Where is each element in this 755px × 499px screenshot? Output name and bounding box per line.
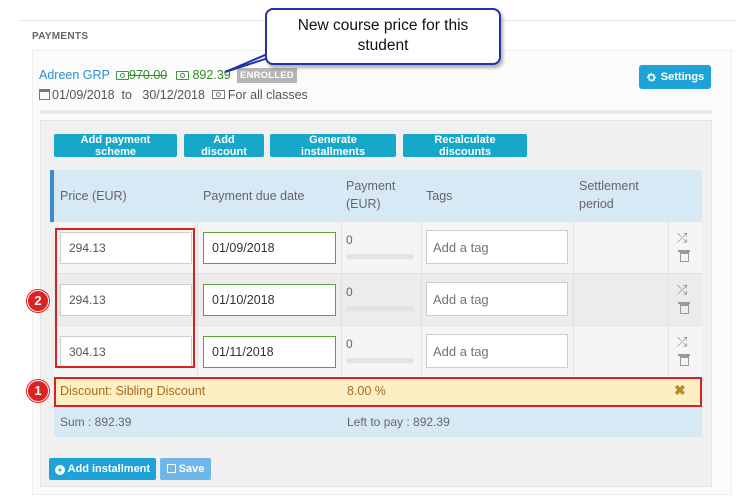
start-date: 01/09/2018 bbox=[52, 88, 115, 102]
close-icon[interactable]: ✖ bbox=[674, 382, 686, 399]
discount-percent: 8.00 % bbox=[347, 384, 386, 398]
column-divider bbox=[573, 222, 574, 376]
header-tags: Tags bbox=[426, 189, 453, 203]
money-icon bbox=[176, 71, 189, 81]
floppy-disk-icon bbox=[166, 464, 176, 473]
recalculate-discounts-button[interactable]: Recalculate discounts bbox=[403, 134, 527, 158]
gear-icon bbox=[646, 72, 656, 82]
tag-input[interactable] bbox=[426, 282, 568, 316]
course-name-link[interactable]: Adreen GRP bbox=[39, 68, 110, 82]
annotation-marker-1: 1 bbox=[27, 380, 49, 402]
callout-line2: student bbox=[357, 37, 409, 54]
save-label: Save bbox=[178, 463, 205, 475]
generate-installments-button[interactable]: Generate installments bbox=[270, 134, 396, 158]
payment-value: 0 bbox=[346, 233, 353, 247]
save-button[interactable]: Save bbox=[160, 458, 211, 480]
payment-progress-bar bbox=[346, 306, 414, 311]
price-highlight-box bbox=[55, 228, 195, 368]
classes-scope: For all classes bbox=[227, 88, 308, 102]
due-date-input[interactable] bbox=[203, 232, 336, 264]
section-title: PAYMENTS bbox=[32, 31, 89, 42]
trash-icon[interactable] bbox=[678, 302, 690, 314]
payment-value: 0 bbox=[346, 285, 353, 299]
settings-label: Settings bbox=[660, 71, 705, 83]
annotation-marker-2: 2 bbox=[27, 290, 49, 312]
date-separator: to bbox=[121, 88, 132, 102]
add-payment-scheme-button[interactable]: Add payment scheme bbox=[54, 134, 177, 158]
column-divider bbox=[668, 222, 669, 376]
column-divider bbox=[341, 222, 342, 376]
left-to-pay: Left to pay : 892.39 bbox=[347, 415, 450, 429]
separator-bar bbox=[40, 110, 712, 114]
discount-label: Discount: Sibling Discount bbox=[60, 384, 206, 398]
trash-icon[interactable] bbox=[678, 354, 690, 366]
shuffle-icon[interactable]: ⤮ bbox=[677, 335, 687, 348]
header-settlement: Settlement period bbox=[579, 177, 639, 213]
header-payment-line1: Payment bbox=[346, 179, 396, 193]
due-date-input[interactable] bbox=[203, 284, 336, 316]
header-payment: Payment (EUR) bbox=[346, 177, 395, 213]
plus-circle-icon: + bbox=[54, 465, 65, 475]
money-icon bbox=[211, 90, 225, 99]
due-date-input[interactable] bbox=[203, 336, 336, 368]
header-price: Price (EUR) bbox=[60, 189, 127, 203]
settings-button[interactable]: Settings bbox=[639, 65, 711, 89]
payment-value: 0 bbox=[346, 337, 353, 351]
sum-total: Sum : 892.39 bbox=[60, 415, 132, 429]
column-divider bbox=[197, 222, 198, 376]
course-dates: 01/09/2018 to 30/12/2018 For all classes bbox=[39, 88, 308, 102]
callout-note: New course price for this student bbox=[265, 8, 501, 65]
shuffle-icon[interactable]: ⤮ bbox=[677, 231, 687, 244]
callout-line1: New course price for this bbox=[297, 17, 469, 34]
tag-input[interactable] bbox=[426, 334, 568, 368]
add-discount-button[interactable]: Add discount bbox=[184, 134, 264, 158]
shuffle-icon[interactable]: ⤮ bbox=[677, 283, 687, 296]
header-settlement-line2: period bbox=[579, 197, 614, 211]
calendar-icon bbox=[39, 89, 50, 100]
header-settlement-line1: Settlement bbox=[579, 179, 639, 193]
column-divider bbox=[421, 222, 422, 376]
payment-progress-bar bbox=[346, 358, 414, 363]
money-icon bbox=[116, 71, 129, 81]
tag-input[interactable] bbox=[426, 230, 568, 264]
payment-progress-bar bbox=[346, 254, 414, 259]
old-price: 970.00 bbox=[116, 68, 167, 82]
add-installment-button[interactable]: + Add installment bbox=[49, 458, 156, 480]
add-installment-label: Add installment bbox=[67, 463, 151, 475]
end-date: 30/12/2018 bbox=[142, 88, 205, 102]
old-price-value: 970.00 bbox=[129, 68, 168, 82]
header-payment-line2: (EUR) bbox=[346, 197, 381, 211]
header-due-date: Payment due date bbox=[203, 189, 305, 203]
trash-icon[interactable] bbox=[678, 250, 690, 262]
